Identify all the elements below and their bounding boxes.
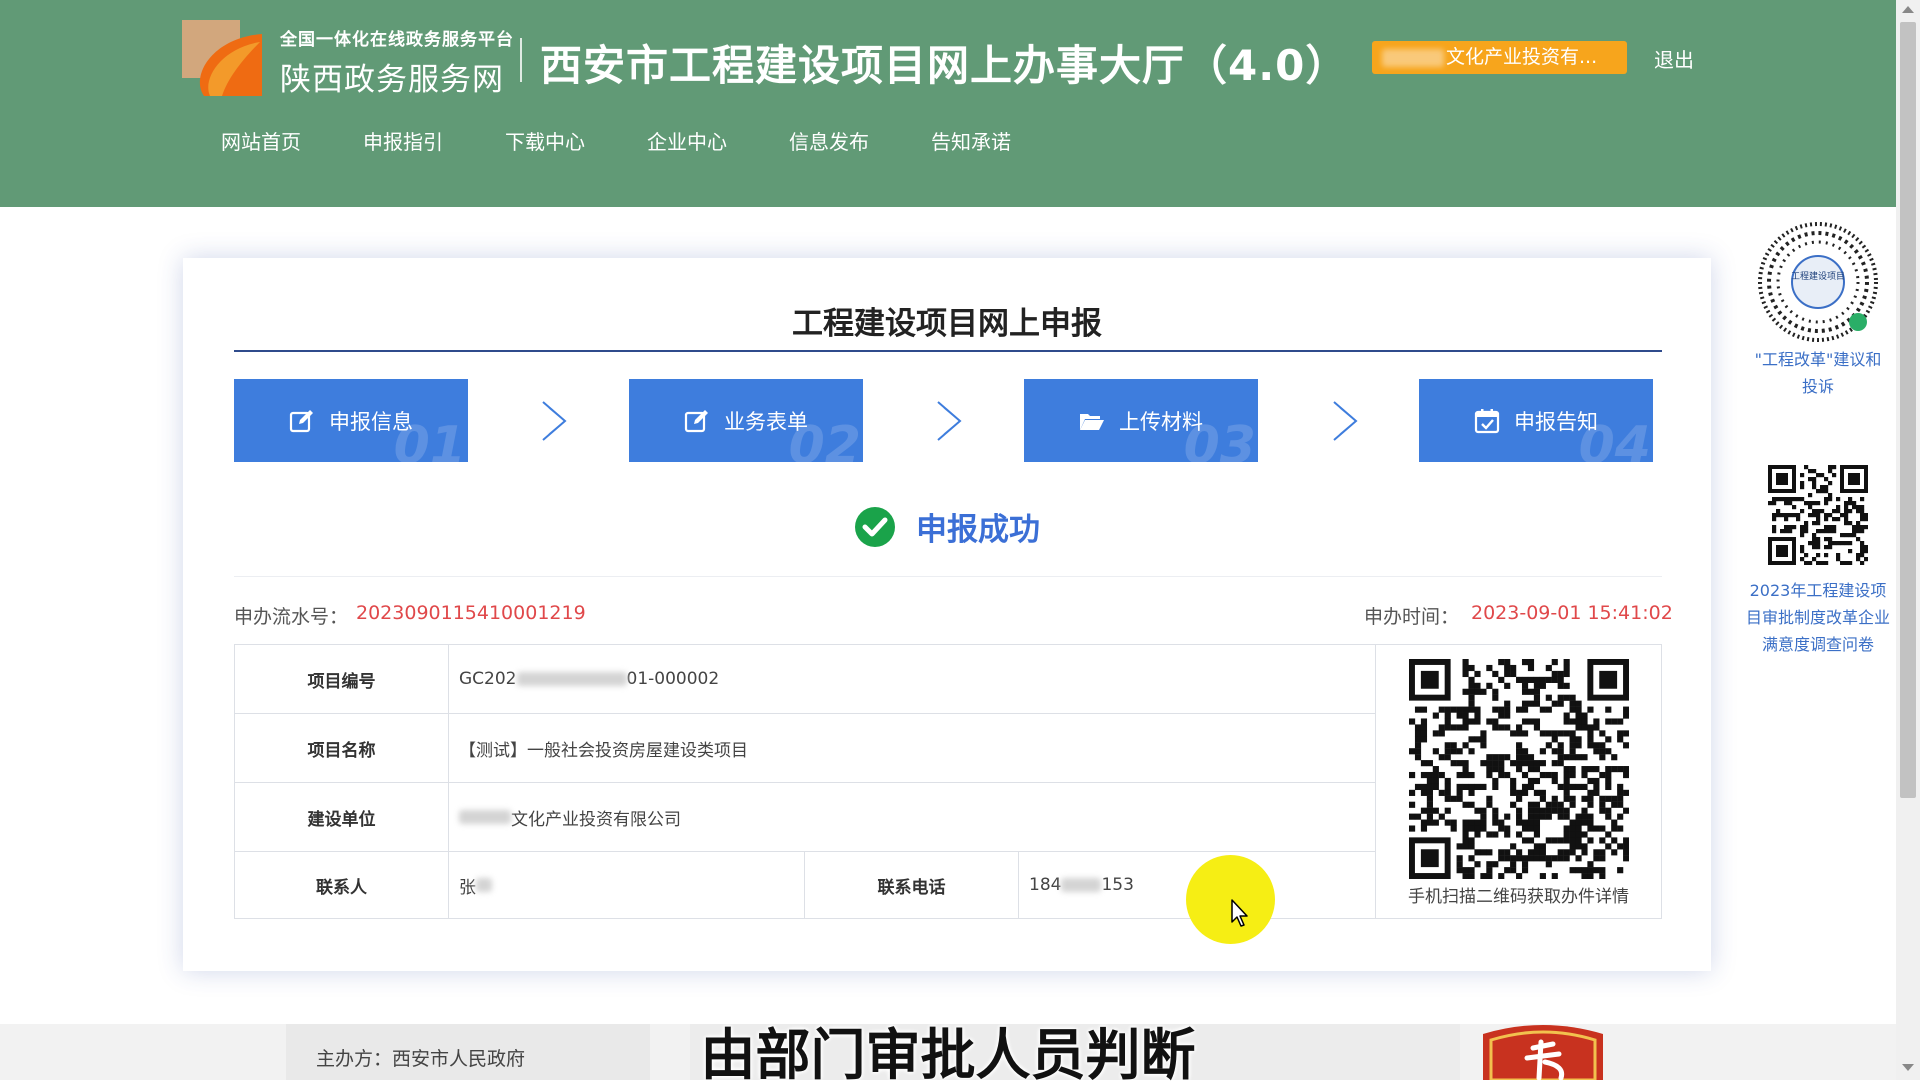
serial-number-label: 申办流水号： xyxy=(234,606,349,628)
video-subtitle: 由部门审批人员判断 xyxy=(700,1023,1196,1087)
redacted-text xyxy=(459,810,511,824)
contact-label: 联系人 xyxy=(235,852,449,918)
redacted-text xyxy=(476,878,492,892)
mini-program-qr-icon[interactable]: 工程建设项目 xyxy=(1757,221,1879,343)
scroll-up-arrow-icon[interactable] xyxy=(1902,6,1914,13)
redacted-text xyxy=(1061,878,1102,892)
success-message: 申报成功 xyxy=(916,512,1040,548)
application-details-table: 项目编号 GC202 01-000002 项目名称 【测试】一般社会投资房屋建设类… xyxy=(234,644,1662,919)
step-label: 业务表单 xyxy=(724,409,808,434)
step-upload-materials[interactable]: 上传材料 03 xyxy=(1024,379,1258,462)
contact-value: 张 xyxy=(449,852,805,918)
qr-code-cell: 手机扫描二维码获取办件详情 xyxy=(1376,645,1661,918)
serial-number-value: 2023090115410001219 xyxy=(356,602,586,624)
success-status: 申报成功 xyxy=(183,504,1711,549)
phone-prefix: 184 xyxy=(1029,875,1062,895)
platform-label: 全国一体化在线政务服务平台 xyxy=(280,30,514,50)
contact-name: 张 xyxy=(459,877,476,898)
site-header: 全国一体化在线政务服务平台 陕西政务服务网 西安市工程建设项目网上办事大厅（4.… xyxy=(0,0,1896,207)
redacted-company-prefix xyxy=(1382,48,1444,67)
mini-program-label: 工程建设项目 xyxy=(1791,270,1845,282)
scroll-down-arrow-icon[interactable] xyxy=(1902,1064,1914,1071)
mouse-cursor-icon xyxy=(1231,899,1248,927)
main-nav: 网站首页 申报指引 下载中心 企业中心 信息发布 告知承诺 xyxy=(190,126,1042,155)
edit-icon xyxy=(684,409,708,432)
project-code-suffix: 01-000002 xyxy=(626,669,720,689)
chevron-right-icon xyxy=(542,401,567,441)
step-business-form[interactable]: 业务表单 02 xyxy=(629,379,863,462)
platform-name[interactable]: 陕西政务服务网 xyxy=(280,54,504,99)
nav-item-commitment[interactable]: 告知承诺 xyxy=(900,126,1042,155)
nav-item-news[interactable]: 信息发布 xyxy=(758,126,900,155)
page-scrollbar[interactable] xyxy=(1896,0,1920,1080)
project-code-label: 项目编号 xyxy=(235,645,449,714)
builder-label: 建设单位 xyxy=(235,783,449,852)
nav-item-home[interactable]: 网站首页 xyxy=(190,126,332,155)
nav-item-downloads[interactable]: 下载中心 xyxy=(474,126,616,155)
shaanxi-logo-icon[interactable] xyxy=(182,20,262,96)
project-code-value: GC202 01-000002 xyxy=(449,645,1376,714)
section-divider xyxy=(234,576,1662,577)
redacted-text xyxy=(516,672,627,686)
panel-title: 工程建设项目网上申报 xyxy=(792,306,1102,342)
step-label: 上传材料 xyxy=(1119,409,1203,434)
folder-open-icon xyxy=(1080,413,1104,430)
survey-qr-icon[interactable] xyxy=(1768,465,1868,565)
site-title: 西安市工程建设项目网上办事大厅（4.0） xyxy=(540,41,1349,90)
logout-link[interactable]: 退出 xyxy=(1654,44,1694,73)
qr-caption: 手机扫描二维码获取办件详情 xyxy=(1408,887,1629,907)
chevron-right-icon xyxy=(937,401,962,441)
chevron-right-icon xyxy=(1333,401,1358,441)
application-panel: 工程建设项目网上申报 申报信息 01 业务表单 02 上传材料 03 申报告知 … xyxy=(183,258,1711,971)
title-underline xyxy=(234,350,1662,352)
project-code-prefix: GC202 xyxy=(459,669,517,689)
project-name-value: 【测试】一般社会投资房屋建设类项目 xyxy=(449,714,1376,783)
user-badge-text: 文化产业投资有... xyxy=(1446,46,1598,68)
step-label: 申报信息 xyxy=(329,409,413,434)
application-time-label: 申办时间： xyxy=(1364,606,1460,628)
step-application-info[interactable]: 申报信息 01 xyxy=(234,379,468,462)
step-label: 申报告知 xyxy=(1514,409,1598,434)
qr-code-image[interactable] xyxy=(1409,659,1629,879)
builder-name: 文化产业投资有限公司 xyxy=(511,809,681,830)
step-application-notice[interactable]: 申报告知 04 xyxy=(1419,379,1653,462)
survey-link[interactable]: 2023年工程建设项目审批制度改革企业满意度调查问卷 xyxy=(1742,577,1894,658)
phone-suffix: 153 xyxy=(1101,875,1134,895)
phone-label: 联系电话 xyxy=(805,852,1019,918)
builder-value: 文化产业投资有限公司 xyxy=(449,783,1376,852)
nav-item-guide[interactable]: 申报指引 xyxy=(332,126,474,155)
calendar-check-icon xyxy=(1474,408,1500,433)
edit-icon xyxy=(289,409,313,432)
scrollbar-thumb[interactable] xyxy=(1900,22,1916,798)
user-account-badge[interactable]: 文化产业投资有... xyxy=(1372,41,1627,74)
logo-divider xyxy=(520,38,522,82)
application-time-value: 2023-09-01 15:41:02 xyxy=(1471,602,1673,624)
nav-item-enterprise[interactable]: 企业中心 xyxy=(616,126,758,155)
check-circle-icon xyxy=(855,506,895,547)
complaints-link[interactable]: "工程改革"建议和投诉 xyxy=(1748,346,1888,400)
project-name-label: 项目名称 xyxy=(235,714,449,783)
